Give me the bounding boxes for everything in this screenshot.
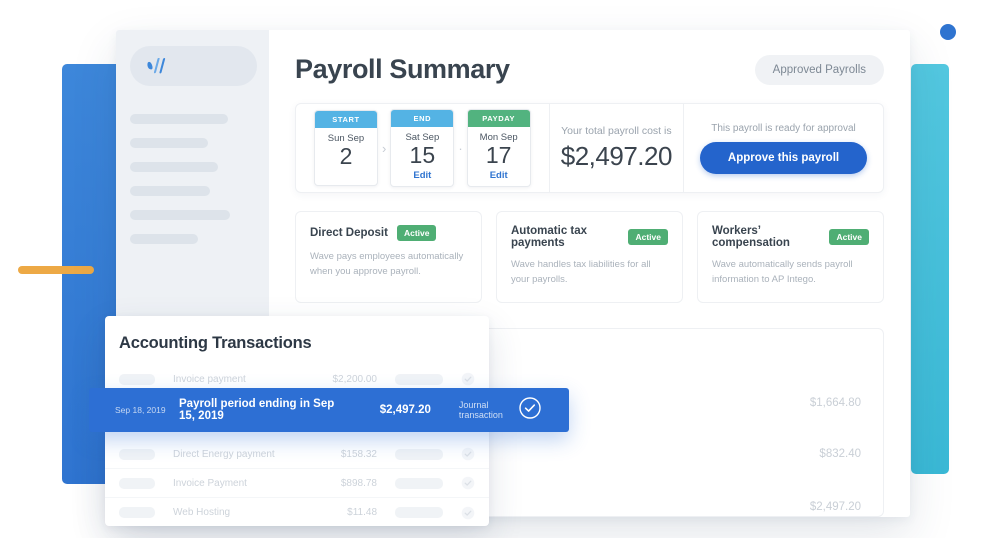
feature-title: Workers’ compensation [712, 225, 790, 249]
payday-date-header: PAYDAY [467, 110, 530, 127]
transaction-amount: $11.48 [347, 507, 377, 518]
total-cost-value: $2,497.20 [560, 140, 673, 171]
sidebar-nav-placeholder[interactable] [130, 114, 228, 124]
feature-header: Direct Deposit Active [310, 225, 467, 241]
type-placeholder [395, 507, 443, 518]
start-date-card[interactable]: START Sun Sep 2 [314, 110, 378, 186]
page-title: Payroll Summary [295, 54, 510, 84]
check-circle-icon[interactable] [519, 396, 541, 424]
feature-cards-row: Direct Deposit Active Wave pays employee… [295, 211, 884, 304]
accounting-transactions-title: Accounting Transactions [119, 334, 312, 352]
selected-transaction-type: Journal transaction [458, 400, 503, 420]
chevron-right-icon: › [382, 140, 387, 156]
selected-transaction-date: Sep 18, 2019 [115, 405, 166, 415]
approved-payrolls-button[interactable]: Approved Payrolls [754, 54, 884, 85]
check-circle-icon[interactable] [461, 447, 475, 461]
accounting-transactions-panel: Accounting Transactions Invoice payment … [89, 316, 569, 527]
transaction-name: Web Hosting [173, 507, 231, 518]
payroll-dates-group: START Sun Sep 2 › END Sat Sep 15 Edit · … [296, 104, 549, 192]
check-circle-icon[interactable] [461, 476, 475, 490]
selected-transaction-amount: $2,497.20 [379, 404, 431, 416]
transaction-name: Invoice Payment [173, 477, 247, 489]
transaction-name: Invoice payment [173, 373, 246, 385]
breakdown-amount: $2,497.20 [809, 501, 861, 513]
sidebar-nav-placeholder[interactable] [130, 162, 218, 172]
end-date-edit-link[interactable]: Edit [391, 170, 453, 181]
check-circle-icon[interactable] [461, 506, 475, 520]
payroll-summary-card: START Sun Sep 2 › END Sat Sep 15 Edit · … [295, 103, 884, 193]
transaction-row[interactable]: Direct Energy payment $158.32 [105, 440, 489, 469]
transaction-row[interactable]: Invoice Payment $898.78 [105, 469, 489, 498]
breakdown-amount: $1,664.80 [809, 397, 861, 409]
wave-logo-icon [147, 57, 166, 73]
payday-date-day: 17 [485, 142, 512, 168]
sidebar-nav-placeholder[interactable] [130, 210, 230, 220]
content-header: Payroll Summary Approved Payrolls [295, 54, 884, 85]
sidebar-nav-placeholder[interactable] [130, 186, 210, 196]
sidebar-nav-placeholder[interactable] [130, 234, 198, 244]
date-placeholder [119, 448, 155, 460]
sidebar-nav-placeholder[interactable] [130, 138, 208, 148]
date-placeholder [119, 373, 155, 385]
transaction-amount: $2,200.00 [332, 373, 378, 385]
date-placeholder [119, 507, 155, 518]
status-badge: Active [829, 229, 869, 245]
end-date-day: 15 [409, 142, 436, 168]
feature-header: Automatic tax payments Active [511, 225, 668, 249]
end-date-header: END [391, 110, 454, 127]
status-badge: Active [628, 229, 668, 245]
separator-dot-icon: · [458, 140, 463, 156]
feature-title: Automatic tax payments [511, 225, 588, 249]
end-date-card[interactable]: END Sat Sep 15 Edit [390, 109, 455, 187]
payday-date-edit-link[interactable]: Edit [468, 170, 530, 181]
check-circle-icon[interactable] [461, 372, 475, 386]
feature-card-direct-deposit: Direct Deposit Active Wave pays employee… [295, 211, 482, 304]
transaction-amount: $898.78 [340, 477, 377, 489]
sidebar-logo[interactable] [130, 46, 257, 86]
decorative-orange-bar [18, 266, 94, 274]
approve-status-text: This payroll is ready for approval [711, 122, 856, 134]
decorative-teal-rectangle [911, 64, 949, 474]
sidebar-nav-placeholders [130, 114, 255, 244]
feature-title: Direct Deposit [310, 227, 388, 239]
transaction-name: Direct Energy payment [173, 448, 275, 460]
feature-description: Wave handles tax liabilities for all you… [511, 259, 651, 285]
start-date-day: 2 [339, 143, 353, 169]
type-placeholder [395, 477, 443, 489]
date-placeholder [119, 477, 155, 489]
total-cost-label: Your total payroll cost is [561, 124, 672, 137]
feature-description: Wave pays employees automatically when y… [310, 251, 464, 277]
type-placeholder [395, 448, 443, 460]
type-placeholder [395, 373, 443, 385]
selected-transaction-row[interactable]: Sep 18, 2019 Payroll period ending in Se… [89, 388, 569, 432]
feature-card-workers-compensation: Workers’ compensation Active Wave automa… [697, 211, 884, 304]
transaction-row[interactable]: Web Hosting $11.48 [105, 498, 489, 527]
transaction-amount: $158.32 [340, 448, 377, 460]
approve-section: This payroll is ready for approval Appro… [683, 104, 883, 192]
decorative-blue-dot [940, 24, 956, 40]
approve-this-payroll-button[interactable]: Approve this payroll [699, 141, 868, 174]
start-date-header: START [315, 111, 377, 128]
selected-transaction-name: Payroll period ending in Sep 15, 2019 [179, 398, 335, 422]
feature-description: Wave automatically sends payroll informa… [712, 259, 853, 285]
total-cost-section: Your total payroll cost is $2,497.20 [548, 104, 683, 192]
status-badge: Active [396, 225, 437, 241]
payday-date-card[interactable]: PAYDAY Mon Sep 17 Edit [466, 109, 531, 187]
feature-card-automatic-tax-payments: Automatic tax payments Active Wave handl… [496, 211, 683, 304]
screenshot-stage: Payroll Summary Approved Payrolls START … [0, 0, 1000, 538]
breakdown-amount: $832.40 [819, 448, 861, 460]
feature-header: Workers’ compensation Active [712, 225, 869, 249]
